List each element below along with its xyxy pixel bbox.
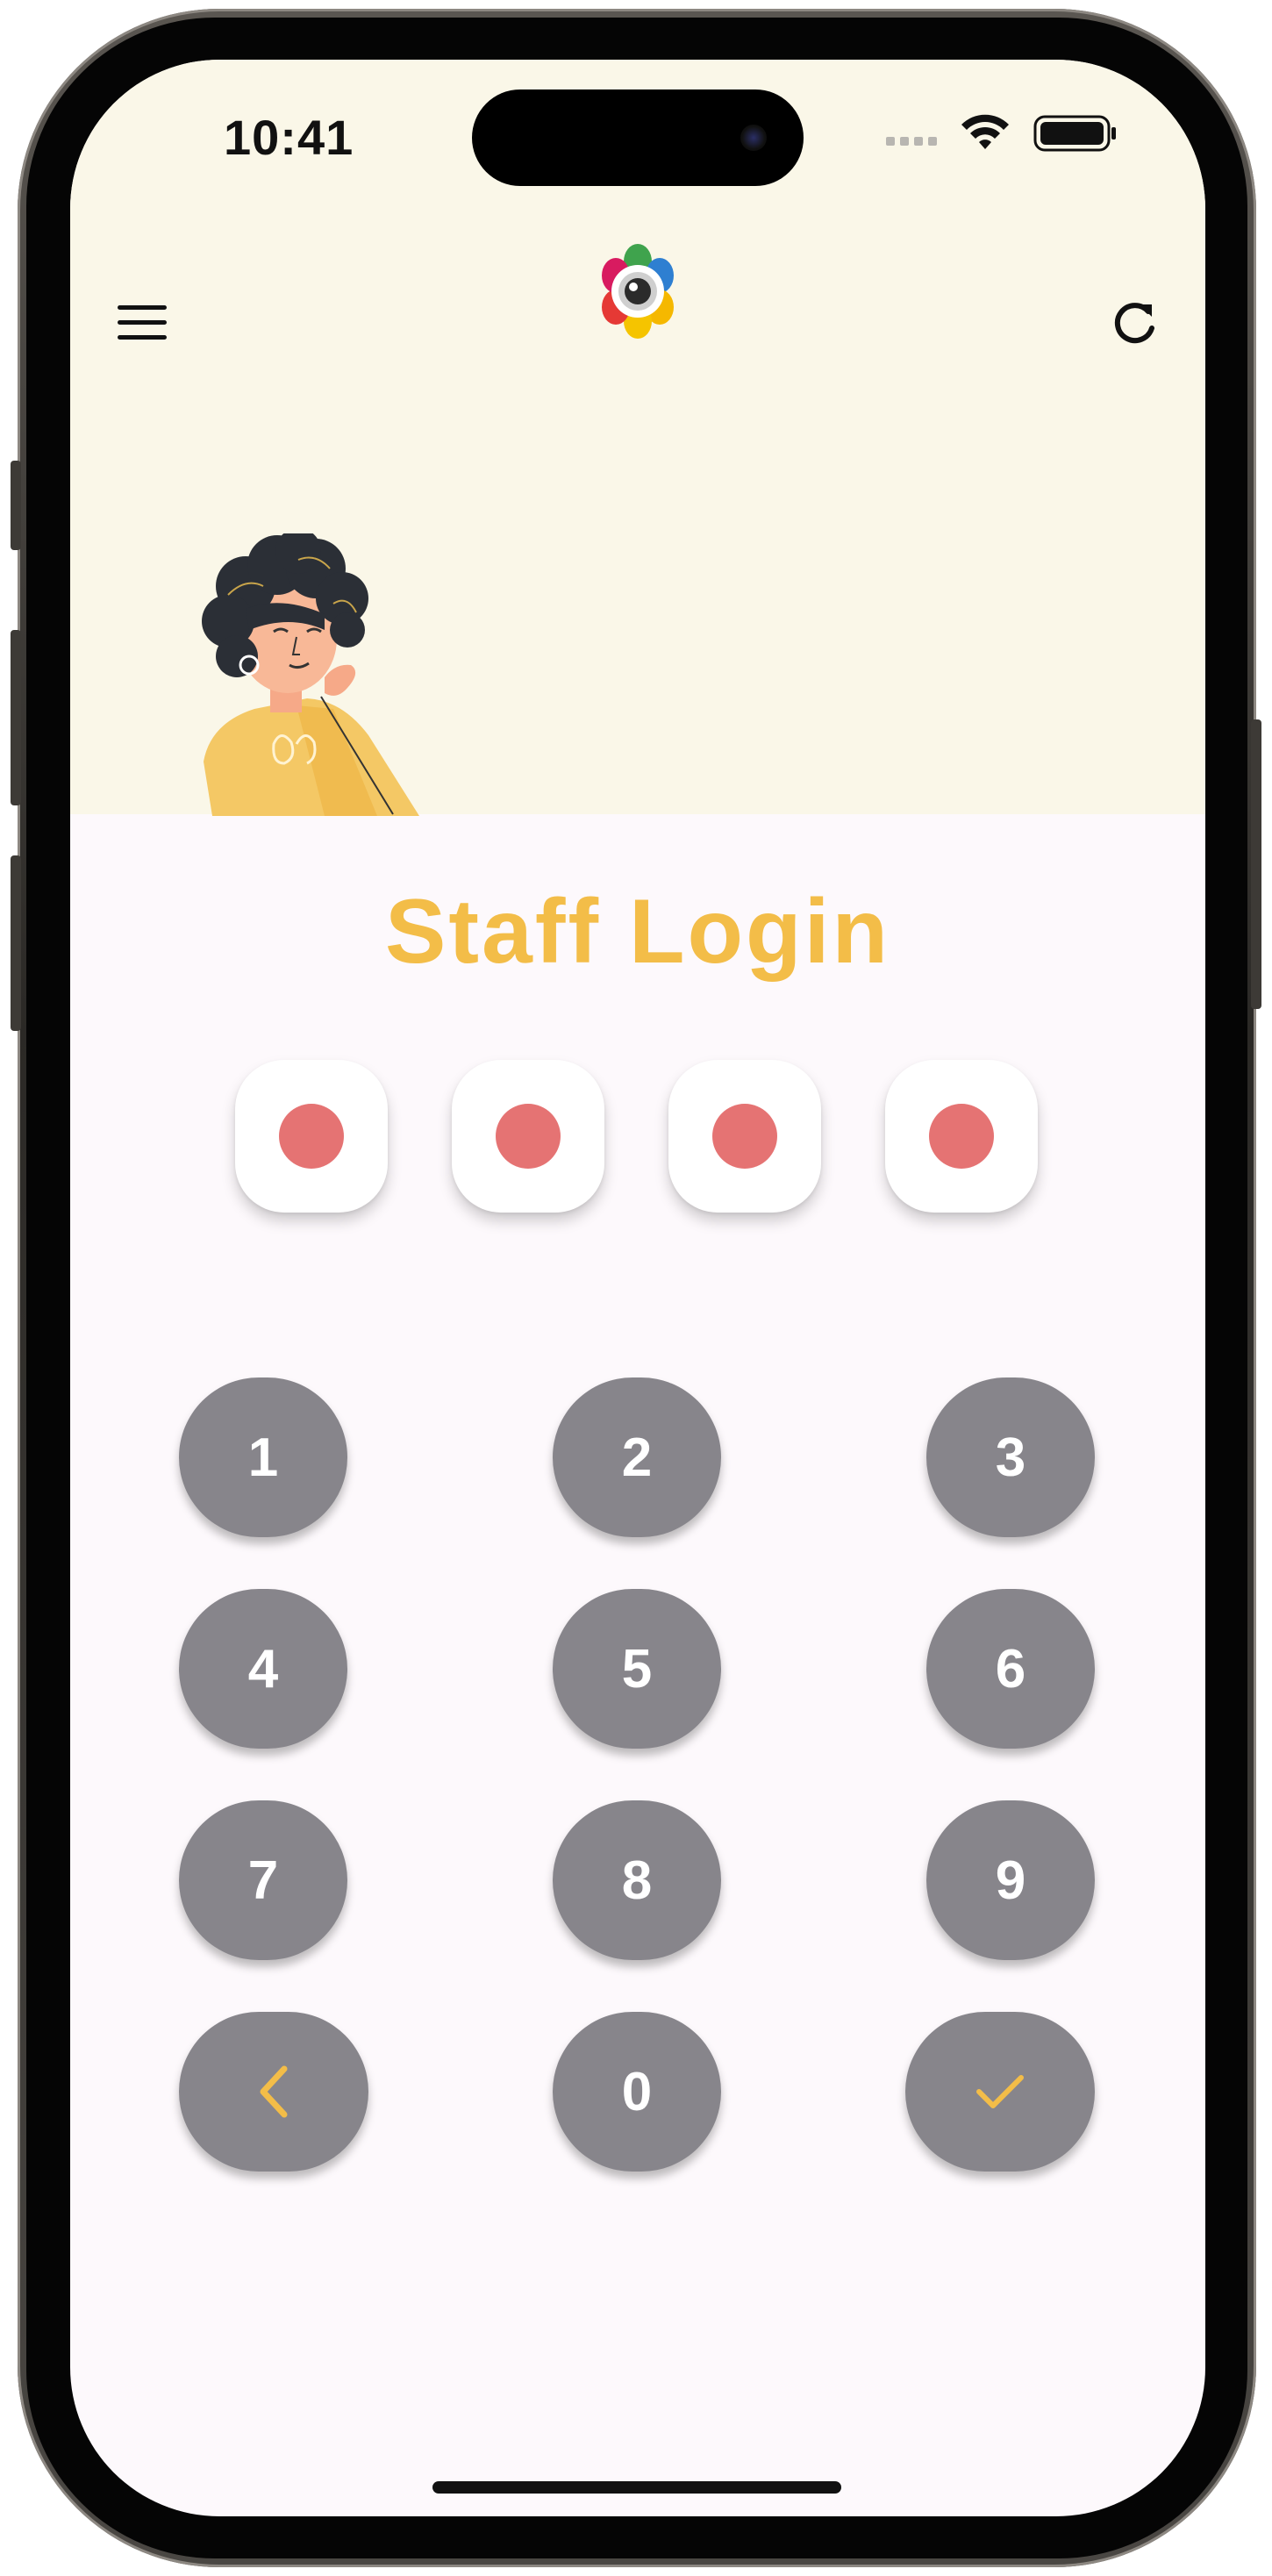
home-indicator[interactable]	[432, 2481, 841, 2494]
hamburger-menu-icon	[118, 305, 167, 340]
key-2[interactable]: 2	[553, 1377, 721, 1537]
status-icons	[886, 114, 1118, 153]
front-camera-icon	[740, 125, 767, 151]
confirm-button[interactable]	[905, 2012, 1095, 2172]
battery-icon	[1033, 115, 1116, 152]
checkmark-icon	[976, 2075, 1024, 2108]
refresh-button[interactable]	[1100, 288, 1170, 358]
action-button	[11, 461, 21, 550]
key-3[interactable]: 3	[926, 1377, 1095, 1537]
camera-flower-logo	[602, 244, 674, 339]
key-6[interactable]: 6	[926, 1589, 1095, 1749]
app-screen: 10:41 Staff Login 1 2 3 4 5 6 7 8 9 0	[70, 60, 1205, 2516]
pin-slot	[452, 1060, 604, 1213]
key-8[interactable]: 8	[553, 1800, 721, 1960]
refresh-icon	[1114, 303, 1154, 344]
key-0[interactable]: 0	[553, 2012, 721, 2172]
key-4[interactable]: 4	[179, 1589, 347, 1749]
key-5[interactable]: 5	[553, 1589, 721, 1749]
dynamic-island	[472, 89, 804, 186]
woman-thinking-illustration	[202, 533, 419, 816]
backspace-button[interactable]	[179, 2012, 368, 2172]
pin-filled-dot	[929, 1104, 994, 1169]
page-title: Staff Login	[384, 881, 890, 983]
cellular-signal-icon	[886, 137, 937, 146]
pin-filled-dot	[496, 1104, 561, 1169]
pin-slot	[668, 1060, 821, 1213]
header-area: 10:41	[70, 60, 1205, 816]
pin-indicator	[70, 1060, 1205, 1218]
pin-slot	[885, 1060, 1038, 1213]
volume-up-button	[11, 630, 21, 805]
key-9[interactable]: 9	[926, 1800, 1095, 1960]
wifi-icon	[961, 114, 1009, 149]
menu-button[interactable]	[107, 288, 177, 358]
chevron-left-icon	[260, 2065, 288, 2118]
pin-filled-dot	[712, 1104, 777, 1169]
power-button	[1251, 719, 1261, 1009]
pin-slot	[235, 1060, 388, 1213]
key-1[interactable]: 1	[179, 1377, 347, 1537]
pin-filled-dot	[279, 1104, 344, 1169]
key-7[interactable]: 7	[179, 1800, 347, 1960]
volume-down-button	[11, 855, 21, 1031]
status-time: 10:41	[224, 110, 354, 165]
